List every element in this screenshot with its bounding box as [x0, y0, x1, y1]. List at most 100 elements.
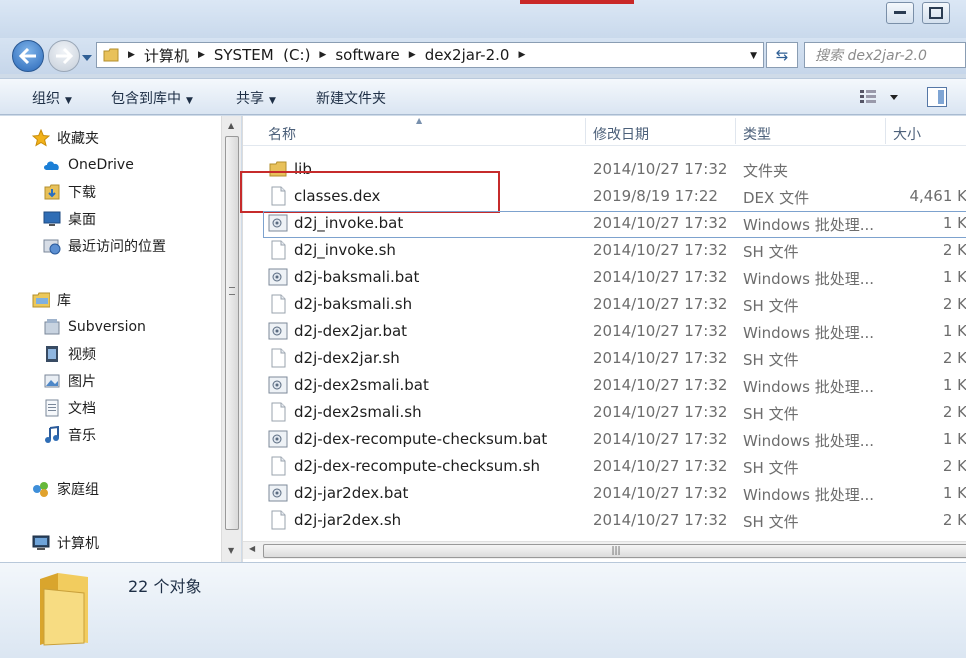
file-size: 1 K	[942, 484, 966, 502]
title-accent-stripe	[520, 0, 634, 4]
file-type: Windows 批处理...	[743, 486, 875, 504]
breadcrumb-item[interactable]: SYSTEM (C:) ▶	[214, 46, 335, 64]
file-date: 2014/10/27 17:32	[593, 403, 728, 421]
breadcrumb-label: dex2jar-2.0	[424, 46, 510, 64]
horizontal-scrollbar[interactable]: ◀ |||	[243, 541, 966, 559]
nav-item-recent[interactable]: 最近访问的位置	[43, 234, 166, 258]
file-size: 2 K	[942, 511, 966, 529]
scroll-up-icon[interactable]: ▲	[228, 121, 234, 130]
refresh-icon: ⇆	[775, 46, 789, 64]
file-name: d2j-jar2dex.sh	[294, 511, 402, 529]
column-type[interactable]: 类型	[743, 124, 771, 144]
address-bar[interactable]: ▶ 计算机 ▶ SYSTEM (C:) ▶ software ▶ dex2jar-2.…	[96, 42, 764, 68]
nav-item-favorites[interactable]: 收藏夹	[32, 126, 99, 150]
file-row[interactable]: d2j-jar2dex.bat 2014/10/27 17:32 Windows 批…	[243, 480, 966, 507]
file-row[interactable]: d2j-dex2smali.bat 2014/10/27 17:32 Windows…	[243, 372, 966, 399]
file-row[interactable]: d2j-dex2jar.sh 2014/10/27 17:32 SH 文件 2 K	[243, 345, 966, 372]
nav-label: 桌面	[68, 212, 96, 228]
nav-item-libraries[interactable]: 库	[32, 288, 71, 312]
bat-icon	[268, 321, 288, 341]
breadcrumb-root-icon[interactable]: ▶	[103, 47, 144, 63]
file-name: d2j-baksmali.bat	[294, 268, 420, 286]
preview-pane-button[interactable]	[927, 87, 947, 107]
file-type: SH 文件	[743, 297, 799, 315]
bat-icon	[268, 375, 288, 395]
nav-item-homegroup[interactable]: 家庭组	[32, 477, 99, 501]
nav-label: 音乐	[68, 428, 96, 444]
file-type: SH 文件	[743, 459, 799, 477]
column-size[interactable]: 大小	[893, 124, 921, 144]
scrollbar-thumb[interactable]	[225, 136, 239, 530]
recent-pages-button[interactable]	[82, 50, 94, 62]
file-size: 2 K	[942, 403, 966, 421]
nav-label: 图片	[68, 374, 96, 390]
nav-item-music[interactable]: 音乐	[43, 423, 96, 447]
scroll-down-icon[interactable]: ▼	[228, 546, 234, 555]
chevron-down-icon[interactable]: ▼	[750, 51, 757, 61]
column-date[interactable]: 修改日期	[593, 124, 649, 144]
subversion-library-icon	[43, 318, 61, 336]
file-row[interactable]: d2j-dex2smali.sh 2014/10/27 17:32 SH 文件 2 K	[243, 399, 966, 426]
chevron-down-icon: ▼	[65, 96, 72, 106]
grip-icon	[229, 287, 235, 295]
sort-ascending-icon: ▲	[416, 116, 423, 125]
include-library-button[interactable]: 包含到库中 ▼	[111, 88, 193, 108]
folder-icon	[103, 48, 119, 62]
file-row[interactable]: d2j-jar2dex.sh 2014/10/27 17:32 SH 文件 2 K	[243, 507, 966, 534]
organize-button[interactable]: 组织 ▼	[32, 88, 72, 108]
file-date: 2014/10/27 17:32	[593, 322, 728, 340]
nav-item-videos[interactable]: 视频	[43, 342, 96, 366]
file-size: 2 K	[942, 241, 966, 259]
file-date: 2014/10/27 17:32	[593, 376, 728, 394]
maximize-icon	[929, 7, 943, 19]
nav-item-subversion[interactable]: Subversion	[43, 315, 146, 339]
change-view-button[interactable]	[858, 87, 904, 107]
nav-item-documents[interactable]: 文档	[43, 396, 96, 420]
file-icon	[268, 294, 288, 314]
maximize-button[interactable]	[922, 2, 950, 24]
file-type: 文件夹	[743, 162, 789, 180]
file-type: SH 文件	[743, 513, 799, 531]
column-name[interactable]: 名称	[268, 124, 296, 144]
scroll-left-icon[interactable]: ◀	[249, 544, 255, 553]
file-size: 2 K	[942, 349, 966, 367]
nav-item-downloads[interactable]: 下载	[43, 180, 96, 204]
file-row[interactable]: d2j-baksmali.bat 2014/10/27 17:32 Windows …	[243, 264, 966, 291]
minimize-button[interactable]	[886, 2, 914, 24]
arrow-right-icon	[56, 48, 73, 64]
file-date: 2019/8/19 17:22	[593, 187, 718, 205]
nav-item-pictures[interactable]: 图片	[43, 369, 96, 393]
nav-item-desktop[interactable]: 桌面	[43, 207, 96, 231]
column-divider[interactable]	[885, 118, 886, 144]
column-divider[interactable]	[735, 118, 736, 144]
share-button[interactable]: 共享 ▼	[236, 88, 276, 108]
breadcrumb-item[interactable]: 计算机 ▶	[144, 45, 214, 66]
column-divider[interactable]	[585, 118, 586, 144]
include-library-label: 包含到库中	[111, 91, 181, 107]
file-row[interactable]: d2j-baksmali.sh 2014/10/27 17:32 SH 文件 2 K	[243, 291, 966, 318]
navigation-scrollbar[interactable]: ▲ ▼	[221, 116, 241, 562]
file-row[interactable]: d2j_invoke.sh 2014/10/27 17:32 SH 文件 2 K	[243, 237, 966, 264]
file-row[interactable]: d2j-dex-recompute-checksum.bat 2014/10/27…	[243, 426, 966, 453]
back-button[interactable]	[12, 40, 44, 72]
file-date: 2014/10/27 17:32	[593, 511, 728, 529]
column-header: ▲ 名称 修改日期 类型 大小	[243, 116, 966, 146]
breadcrumb-item[interactable]: dex2jar-2.0 ▶	[425, 46, 535, 64]
file-name: d2j-dex2smali.bat	[294, 376, 429, 394]
window-titlebar	[0, 0, 966, 38]
search-input[interactable]: 搜索 dex2jar-2.0	[804, 42, 966, 68]
new-folder-button[interactable]: 新建文件夹	[316, 88, 386, 108]
scrollbar-thumb[interactable]: |||	[263, 544, 966, 558]
nav-item-onedrive[interactable]: OneDrive	[43, 153, 134, 177]
forward-button[interactable]	[48, 40, 80, 72]
breadcrumb-item[interactable]: software ▶	[335, 46, 424, 64]
file-row[interactable]: d2j-dex-recompute-checksum.sh 2014/10/27 …	[243, 453, 966, 480]
music-icon	[43, 426, 61, 444]
computer-icon	[32, 534, 50, 552]
address-row: ▶ 计算机 ▶ SYSTEM (C:) ▶ software ▶ dex2jar-2.…	[0, 38, 966, 74]
refresh-button[interactable]: ⇆	[766, 42, 798, 68]
file-row[interactable]: d2j-dex2jar.bat 2014/10/27 17:32 Windows 批…	[243, 318, 966, 345]
breadcrumb-label: 计算机	[143, 46, 189, 65]
chevron-down-icon: ▼	[186, 96, 193, 106]
nav-item-computer[interactable]: 计算机	[32, 531, 99, 555]
